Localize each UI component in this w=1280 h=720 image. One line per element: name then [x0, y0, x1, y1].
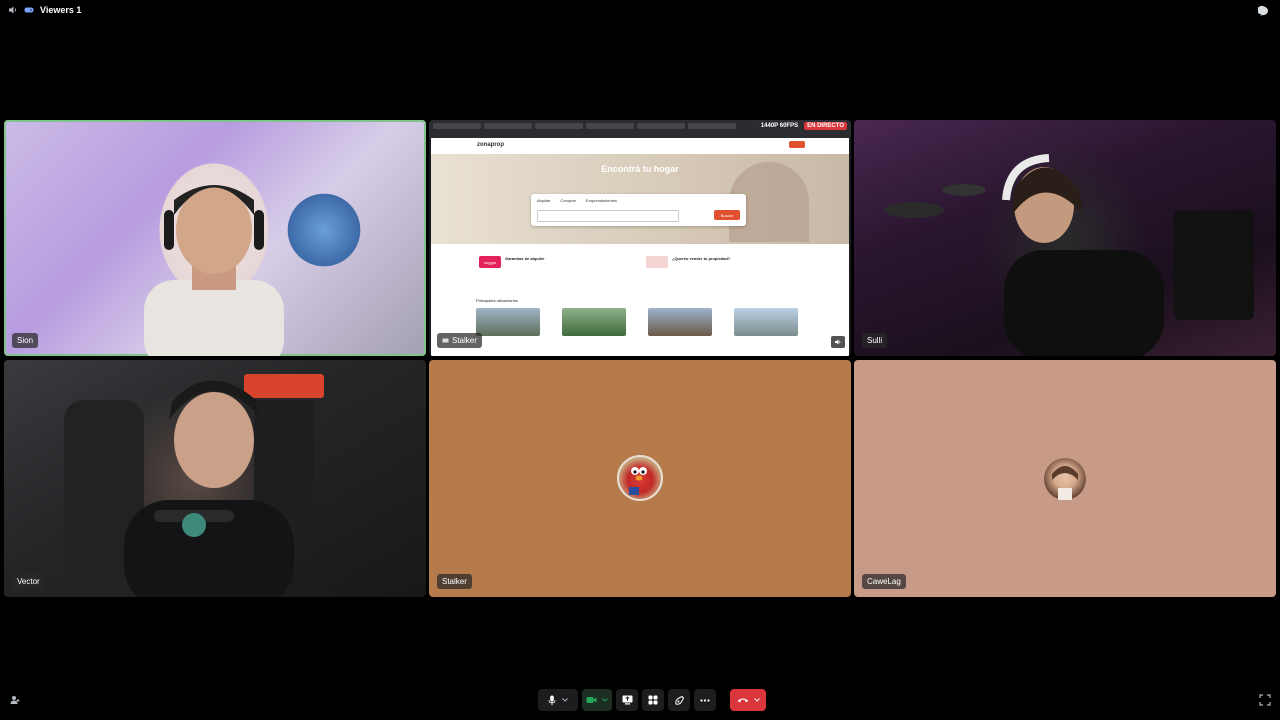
participant-video	[884, 154, 1254, 356]
search-field	[537, 210, 679, 222]
soundboard-button[interactable]	[668, 689, 690, 711]
browser-tab	[688, 123, 736, 129]
gamepad-icon	[24, 6, 34, 14]
speaker-icon	[834, 338, 842, 346]
browser-tab	[484, 123, 532, 129]
location-thumbnail	[648, 308, 712, 336]
fullscreen-icon[interactable]	[1259, 694, 1271, 706]
participant-name: Stalker	[452, 336, 477, 345]
site-logo: zonaprop	[477, 142, 504, 148]
browser-tab	[535, 123, 583, 129]
viewers-count: Viewers 1	[40, 5, 82, 15]
participant-tile-vector[interactable]: Vector	[4, 360, 426, 597]
stream-badges: 1440P 60FPS EN DIRECTO	[757, 122, 847, 130]
participant-avatar	[617, 455, 663, 501]
participant-name-label: Sion	[12, 333, 39, 348]
microphone-icon[interactable]	[548, 695, 556, 706]
search-button: Buscar	[714, 210, 740, 220]
screen-share-button[interactable]	[616, 689, 638, 711]
hang-up-icon[interactable]	[737, 697, 749, 703]
participant-tile-sulli[interactable]: Sulli	[854, 120, 1276, 356]
more-options-button[interactable]	[694, 689, 716, 711]
live-badge: EN DIRECTO	[804, 122, 847, 130]
promo-title: Garantías de alquiler	[505, 256, 545, 261]
participant-name: Sulli	[867, 336, 883, 345]
participant-tile-sion[interactable]: Sion	[4, 120, 426, 356]
stream-volume-button[interactable]	[831, 336, 845, 348]
participant-name-label: Sulli	[862, 333, 888, 348]
participant-tile-cawelag[interactable]: CaweLag	[854, 360, 1276, 597]
camera-button-group	[582, 689, 612, 711]
site-login-button	[789, 141, 805, 148]
participant-name: Vector	[17, 577, 40, 586]
participant-name: Stalker	[442, 577, 467, 586]
browser-tab	[433, 123, 481, 129]
browser-tab	[586, 123, 634, 129]
volume-icon[interactable]	[8, 5, 18, 15]
hoggar-logo: hoggar	[479, 256, 501, 268]
chevron-down-icon[interactable]	[602, 698, 608, 702]
microphone-button-group	[538, 689, 578, 711]
chevron-down-icon[interactable]	[753, 698, 760, 702]
promo-title: ¿Querés vender tu propiedad?	[672, 256, 731, 261]
screen-share-icon	[622, 695, 633, 705]
chevron-down-icon[interactable]	[562, 698, 568, 702]
location-thumbnail	[734, 308, 798, 336]
participant-name: CaweLag	[867, 577, 901, 586]
browser-tabbar: 1440P 60FPS EN DIRECTO	[429, 120, 851, 138]
promo-icon	[646, 256, 668, 268]
camera-icon[interactable]	[586, 696, 597, 704]
participant-name: Sion	[17, 336, 34, 345]
resolution-badge: 1440P 60FPS	[757, 122, 802, 130]
invite-users-icon[interactable]	[9, 694, 21, 706]
activities-button[interactable]	[642, 689, 664, 711]
screen-share-icon	[442, 338, 449, 344]
activities-icon	[648, 695, 658, 705]
search-tab: Comprar	[560, 198, 576, 203]
participant-tile-stalker-avatar[interactable]: Stalker	[429, 360, 851, 597]
participant-name-label: Stalker	[437, 574, 472, 589]
participant-video	[64, 374, 324, 597]
participant-video	[144, 185, 284, 356]
location-thumbnail	[476, 308, 540, 336]
location-thumbnails	[476, 308, 798, 336]
participant-name-label: Vector	[12, 574, 45, 589]
participant-name-label: CaweLag	[862, 574, 906, 589]
location-thumbnail	[562, 308, 626, 336]
chat-bubble-icon[interactable]	[1258, 5, 1270, 17]
search-tab: Alquilar	[537, 198, 551, 203]
participant-tile-stalker-screen[interactable]: 1440P 60FPS EN DIRECTO zonaprop Encontrá…	[429, 120, 851, 356]
participant-avatar	[1044, 458, 1086, 500]
participant-name-label: Stalker	[437, 333, 482, 348]
leave-call-button-group	[730, 689, 766, 711]
search-tab: Emprendimientos	[585, 198, 618, 203]
top-bar: Viewers 1	[0, 0, 1280, 24]
top-bar-left: Viewers 1	[8, 5, 81, 15]
shared-web-page: zonaprop Encontrá tu hogar Alquilar Comp…	[431, 138, 849, 356]
soundboard-icon	[674, 695, 685, 706]
call-controls	[538, 688, 766, 712]
browser-tab	[637, 123, 685, 129]
more-icon	[700, 698, 710, 702]
search-box: Alquilar Comprar Emprendimientos Buscar	[531, 194, 746, 226]
hero-banner: Encontrá tu hogar Alquilar Comprar Empre…	[431, 154, 849, 244]
section-title: Principales ubicaciones	[476, 298, 518, 303]
